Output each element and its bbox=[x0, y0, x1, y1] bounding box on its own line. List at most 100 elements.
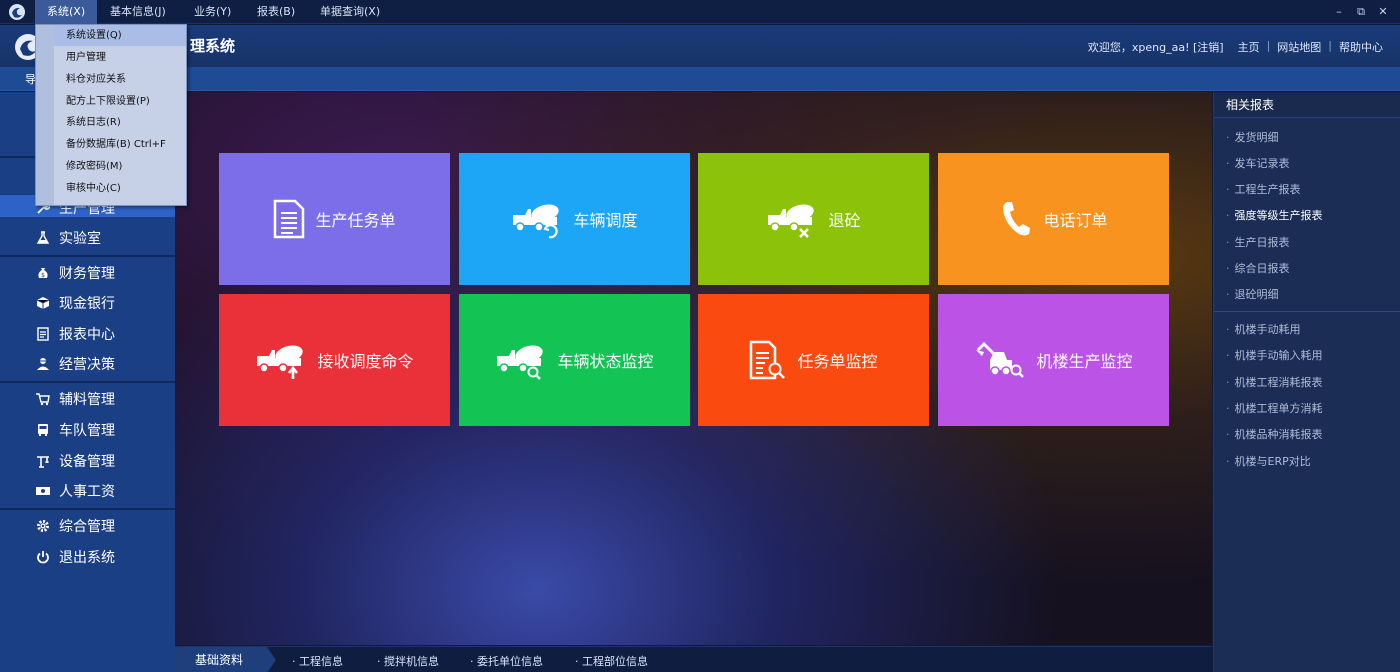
menu-document-query[interactable]: 单据查询(X) bbox=[308, 0, 392, 24]
window-controls: – ⧉ ✕ bbox=[1328, 0, 1394, 24]
menu-silo-mapping[interactable]: 料仓对应关系 bbox=[54, 69, 186, 90]
tile-label: 车辆状态监控 bbox=[557, 352, 654, 371]
menu-system-log[interactable]: 系统日志(R) bbox=[54, 112, 186, 133]
menu-reports[interactable]: 报表(B) bbox=[245, 0, 307, 24]
tile-plant-production-monitor[interactable]: 机楼生产监控 bbox=[938, 294, 1169, 426]
client-info-link[interactable]: · 委托单位信息 bbox=[470, 653, 543, 669]
sidebar-item-finance[interactable]: $ 财务管理 bbox=[0, 258, 175, 288]
report-link-label: 机楼品种消耗报表 bbox=[1234, 428, 1323, 441]
report-link[interactable]: · 机楼工程单方消耗 bbox=[1226, 400, 1323, 416]
home-link[interactable]: 主页 bbox=[1231, 39, 1267, 55]
close-button[interactable]: ✕ bbox=[1372, 0, 1394, 24]
mixer-info-link[interactable]: · 搅拌机信息 bbox=[377, 653, 439, 669]
report-link[interactable]: · 发货明细 bbox=[1226, 129, 1279, 145]
report-link[interactable]: · 生产日报表 bbox=[1226, 234, 1290, 250]
dashboard-main: 生产任务单 车辆调度 退砼 电话订单 接收调度命令 车辆状态监控 任务单监控 机… bbox=[175, 92, 1212, 645]
report-link[interactable]: · 机楼工程消耗报表 bbox=[1226, 374, 1323, 390]
cash-icon bbox=[35, 483, 51, 499]
sidebar-item-fleet[interactable]: 车队管理 bbox=[0, 415, 175, 445]
sidebar-item-report-center[interactable]: 报表中心 bbox=[0, 319, 175, 349]
menu-user-management[interactable]: 用户管理 bbox=[54, 47, 186, 68]
basic-data-category: 基础资料 bbox=[175, 647, 276, 672]
report-link[interactable]: · 综合日报表 bbox=[1226, 260, 1290, 276]
box-icon bbox=[35, 295, 51, 311]
project-section-link[interactable]: · 工程部位信息 bbox=[575, 653, 648, 669]
reports-divider bbox=[1214, 311, 1400, 312]
help-center-link[interactable]: 帮助中心 bbox=[1332, 39, 1390, 55]
tile-label: 退砼 bbox=[828, 211, 861, 230]
tile-vehicle-dispatch[interactable]: 车辆调度 bbox=[459, 153, 690, 285]
document-search-icon bbox=[749, 340, 787, 380]
report-link[interactable]: · 机楼品种消耗报表 bbox=[1226, 426, 1323, 442]
report-link-label: 发车记录表 bbox=[1234, 157, 1290, 170]
mixer-truck-search-icon bbox=[495, 340, 547, 380]
report-link[interactable]: · 退砼明细 bbox=[1226, 286, 1279, 302]
menu-business[interactable]: 业务(Y) bbox=[182, 0, 243, 24]
report-link[interactable]: · 发车记录表 bbox=[1226, 155, 1290, 171]
sidebar-item-label: 人事工资 bbox=[59, 484, 115, 500]
system-dropdown-menu: 系统设置(Q) 用户管理 料仓对应关系 配方上下限设置(P) 系统日志(R) 备… bbox=[35, 24, 187, 206]
sidebar-item-label: 现金银行 bbox=[59, 296, 115, 312]
report-link-label: 机楼与ERP对比 bbox=[1234, 455, 1311, 468]
gear-icon bbox=[35, 518, 51, 534]
sidebar-item-label: 车队管理 bbox=[59, 423, 115, 439]
report-link-label: 强度等级生产报表 bbox=[1234, 209, 1323, 222]
restore-button[interactable]: ⧉ bbox=[1350, 0, 1372, 24]
report-icon bbox=[35, 326, 51, 342]
report-link-label: 生产日报表 bbox=[1234, 236, 1290, 249]
sidebar-item-hr-payroll[interactable]: 人事工资 bbox=[0, 476, 175, 506]
tile-production-task[interactable]: 生产任务单 bbox=[219, 153, 450, 285]
minimize-button[interactable]: – bbox=[1328, 0, 1350, 24]
report-link[interactable]: · 强度等级生产报表 bbox=[1226, 207, 1323, 223]
mixer-truck-receive-icon bbox=[255, 340, 307, 380]
report-link[interactable]: · 机楼手动输入耗用 bbox=[1226, 347, 1323, 363]
menu-basic-info[interactable]: 基本信息(J) bbox=[98, 0, 178, 24]
user-tie-icon bbox=[35, 356, 51, 372]
sidebar-divider bbox=[0, 508, 175, 510]
report-link-label: 机楼工程单方消耗 bbox=[1234, 402, 1323, 415]
app-logo-icon[interactable] bbox=[8, 3, 26, 21]
money-bag-icon: $ bbox=[35, 265, 51, 281]
menu-bar: 系统(X) 基本信息(J) 业务(Y) 报表(B) 单据查询(X) – ⧉ ✕ bbox=[0, 0, 1400, 24]
bus-icon bbox=[35, 422, 51, 438]
tile-concrete-return[interactable]: 退砼 bbox=[698, 153, 929, 285]
bottom-quick-links: 基础资料 · 工程信息 · 搅拌机信息 · 委托单位信息 · 工程部位信息 bbox=[175, 646, 1212, 672]
sidebar-item-materials[interactable]: 辅料管理 bbox=[0, 384, 175, 414]
report-link[interactable]: · 机楼与ERP对比 bbox=[1226, 453, 1311, 469]
tile-vehicle-status-monitor[interactable]: 车辆状态监控 bbox=[459, 294, 690, 426]
tile-label: 任务单监控 bbox=[797, 352, 878, 371]
tile-label: 电话订单 bbox=[1043, 211, 1108, 230]
menu-system-settings[interactable]: 系统设置(Q) bbox=[54, 25, 186, 46]
tile-task-monitor[interactable]: 任务单监控 bbox=[698, 294, 929, 426]
tile-receive-dispatch-command[interactable]: 接收调度命令 bbox=[219, 294, 450, 426]
sidebar-item-lab[interactable]: 实验室 bbox=[0, 223, 175, 253]
sidebar-item-exit[interactable]: 退出系统 bbox=[0, 542, 175, 572]
sidebar-item-equipment[interactable]: 设备管理 bbox=[0, 446, 175, 476]
tile-label: 生产任务单 bbox=[315, 211, 396, 230]
report-link[interactable]: · 机楼手动耗用 bbox=[1226, 321, 1301, 337]
menu-recipe-limits[interactable]: 配方上下限设置(P) bbox=[54, 91, 186, 112]
report-link[interactable]: · 工程生产报表 bbox=[1226, 181, 1301, 197]
mixer-truck-cancel-icon bbox=[766, 199, 818, 239]
menu-change-password[interactable]: 修改密码(M) bbox=[54, 156, 186, 177]
project-info-link[interactable]: · 工程信息 bbox=[292, 653, 343, 669]
menu-audit-center[interactable]: 审核中心(C) bbox=[54, 178, 186, 199]
welcome-text[interactable]: 欢迎您，xpeng_aa! [注销] bbox=[1081, 39, 1231, 55]
sidebar-item-business-decision[interactable]: 经营决策 bbox=[0, 349, 175, 379]
report-link-label: 机楼手动耗用 bbox=[1234, 323, 1301, 336]
flask-icon bbox=[35, 230, 51, 246]
cart-icon bbox=[35, 391, 51, 407]
menu-backup-database[interactable]: 备份数据库(B) Ctrl+F bbox=[54, 134, 186, 155]
tile-label: 车辆调度 bbox=[573, 211, 638, 230]
sitemap-link[interactable]: 网站地图 bbox=[1270, 39, 1328, 55]
sidebar-item-cash-bank[interactable]: 现金银行 bbox=[0, 288, 175, 318]
menu-system[interactable]: 系统(X) bbox=[35, 0, 98, 24]
sidebar-item-general[interactable]: 综合管理 bbox=[0, 511, 175, 541]
link-label: 工程信息 bbox=[299, 655, 343, 668]
sidebar-item-label: 财务管理 bbox=[59, 266, 115, 282]
phone-icon bbox=[999, 199, 1033, 239]
crane-icon bbox=[35, 453, 51, 469]
related-reports-panel: 相关报表 · 发货明细 · 发车记录表 · 工程生产报表 · 强度等级生产报表 · 生产日… bbox=[1213, 92, 1400, 672]
report-link-label: 发货明细 bbox=[1234, 131, 1279, 144]
tile-phone-order[interactable]: 电话订单 bbox=[938, 153, 1169, 285]
